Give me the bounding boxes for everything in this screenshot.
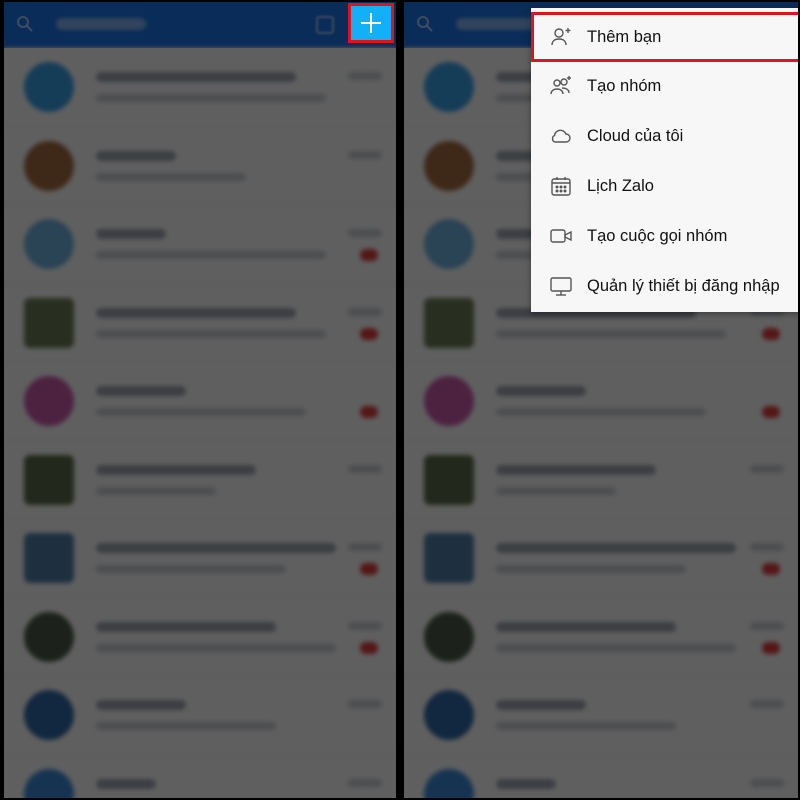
create-group-icon	[549, 74, 573, 98]
list-item[interactable]	[4, 676, 396, 755]
list-item[interactable]	[4, 126, 396, 205]
add-friend-icon	[549, 25, 573, 49]
list-item[interactable]	[404, 519, 798, 598]
list-item[interactable]	[404, 754, 798, 798]
list-item[interactable]	[4, 205, 396, 284]
menu-item-label: Cloud của tôi	[587, 126, 684, 145]
list-item[interactable]	[4, 362, 396, 441]
list-item[interactable]	[4, 754, 396, 798]
menu-item-create-group[interactable]: Tạo nhóm	[531, 61, 798, 111]
menu-item-zalo-calendar[interactable]: Lịch Zalo	[531, 161, 798, 211]
search-placeholder[interactable]	[56, 18, 146, 30]
menu-item-label: Lịch Zalo	[587, 176, 654, 195]
list-item[interactable]	[4, 597, 396, 676]
add-button[interactable]	[348, 3, 394, 43]
right-panel: Thêm bạn Tạo nhóm Cloud của tôi Lịch Zal…	[400, 0, 800, 800]
menu-item-add-friend[interactable]: Thêm bạn	[531, 12, 798, 62]
monitor-icon	[549, 274, 573, 298]
list-item[interactable]	[4, 283, 396, 362]
list-item[interactable]	[4, 48, 396, 127]
list-item[interactable]	[4, 440, 396, 519]
conversation-list	[4, 48, 396, 798]
plus-icon	[361, 13, 381, 33]
cloud-icon	[549, 124, 573, 148]
menu-item-label: Tạo cuộc gọi nhóm	[587, 226, 728, 245]
list-item[interactable]	[404, 362, 798, 441]
search-icon[interactable]	[416, 15, 434, 33]
header-bar	[4, 2, 396, 48]
menu-item-label: Quản lý thiết bị đăng nhập	[587, 276, 780, 295]
menu-item-label: Tạo nhóm	[587, 76, 662, 95]
menu-item-label: Thêm bạn	[587, 27, 662, 46]
calendar-icon	[549, 174, 573, 198]
add-menu-dropdown: Thêm bạn Tạo nhóm Cloud của tôi Lịch Zal…	[531, 8, 798, 312]
chat-list-screen	[4, 2, 396, 798]
menu-item-my-cloud[interactable]: Cloud của tôi	[531, 111, 798, 161]
list-item[interactable]	[404, 440, 798, 519]
list-item[interactable]	[4, 519, 396, 598]
chat-list-screen-menu-open: Thêm bạn Tạo nhóm Cloud của tôi Lịch Zal…	[404, 2, 798, 798]
menu-item-group-call[interactable]: Tạo cuộc gọi nhóm	[531, 211, 798, 261]
list-item[interactable]	[404, 676, 798, 755]
qr-icon[interactable]	[316, 16, 334, 34]
video-call-icon	[549, 224, 573, 248]
menu-item-manage-devices[interactable]: Quản lý thiết bị đăng nhập	[531, 261, 798, 311]
search-icon[interactable]	[16, 15, 34, 33]
list-item[interactable]	[404, 597, 798, 676]
left-panel	[0, 0, 400, 800]
